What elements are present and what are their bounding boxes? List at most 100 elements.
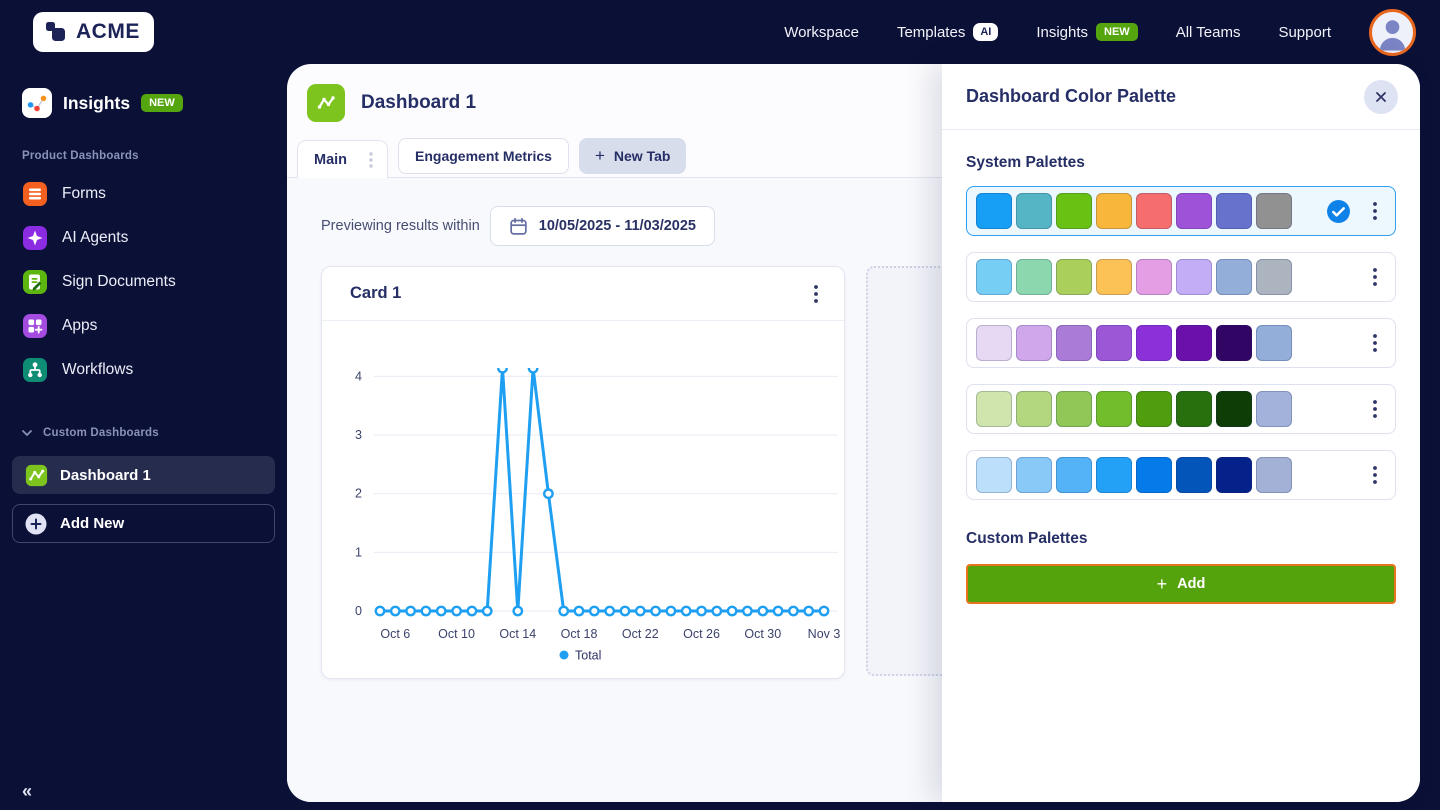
- palette-menu-icon[interactable]: [1369, 396, 1381, 422]
- tab-drag-handle-icon[interactable]: [369, 151, 373, 168]
- color-swatch[interactable]: [976, 391, 1012, 427]
- close-panel-button[interactable]: [1364, 79, 1398, 114]
- palette-swatches: [976, 325, 1292, 361]
- chevron-down-icon: [22, 430, 32, 436]
- forms-icon: [23, 182, 47, 206]
- plus-icon: +: [594, 146, 605, 165]
- color-swatch[interactable]: [1096, 259, 1132, 295]
- color-swatch[interactable]: [1056, 259, 1092, 295]
- sidebar-item-ai-agents[interactable]: AI Agents: [0, 216, 287, 260]
- user-avatar[interactable]: [1369, 8, 1416, 56]
- sidebar: Insights NEW Product Dashboards Forms AI…: [0, 64, 287, 810]
- plus-circle-icon: [25, 513, 47, 534]
- palette-menu-icon[interactable]: [1369, 330, 1381, 356]
- color-swatch[interactable]: [1016, 325, 1052, 361]
- svg-text:Oct 18: Oct 18: [561, 627, 598, 641]
- palette-row[interactable]: [966, 384, 1396, 434]
- date-range-picker[interactable]: 10/05/2025 - 11/03/2025: [489, 206, 715, 246]
- color-swatch[interactable]: [1056, 457, 1092, 493]
- color-swatch[interactable]: [1136, 325, 1172, 361]
- calendar-icon: [510, 217, 527, 235]
- color-swatch[interactable]: [1216, 325, 1252, 361]
- color-swatch[interactable]: [1256, 391, 1292, 427]
- ai-agents-icon: [23, 226, 47, 250]
- sidebar-item-workflows[interactable]: Workflows: [0, 348, 287, 392]
- color-swatch[interactable]: [976, 193, 1012, 229]
- card-menu-icon[interactable]: [810, 281, 822, 307]
- color-swatch[interactable]: [1176, 391, 1212, 427]
- tab-main[interactable]: Main: [297, 140, 389, 178]
- color-swatch[interactable]: [1096, 325, 1132, 361]
- palette-menu-icon[interactable]: [1369, 198, 1381, 224]
- color-swatch[interactable]: [1216, 259, 1252, 295]
- palette-swatches: [976, 391, 1292, 427]
- acme-logo-icon: [43, 19, 69, 45]
- color-swatch[interactable]: [1096, 391, 1132, 427]
- acme-logo[interactable]: ACME: [33, 12, 154, 52]
- color-swatch[interactable]: [1096, 193, 1132, 229]
- palette-row[interactable]: [966, 450, 1396, 500]
- color-swatch[interactable]: [976, 259, 1012, 295]
- palette-row[interactable]: [966, 318, 1396, 368]
- color-swatch[interactable]: [976, 325, 1012, 361]
- svg-text:Oct 6: Oct 6: [380, 627, 410, 641]
- color-swatch[interactable]: [1016, 259, 1052, 295]
- color-swatch[interactable]: [1256, 457, 1292, 493]
- palette-menu-icon[interactable]: [1369, 264, 1381, 290]
- color-swatch[interactable]: [1216, 391, 1252, 427]
- section-custom-dashboards[interactable]: Custom Dashboards: [0, 426, 287, 440]
- add-palette-button[interactable]: + Add: [966, 564, 1396, 604]
- palette-row[interactable]: [966, 252, 1396, 302]
- sidebar-app-row: Insights NEW: [0, 64, 287, 118]
- nav-workspace[interactable]: Workspace: [784, 24, 859, 41]
- color-swatch[interactable]: [1056, 193, 1092, 229]
- nav-templates[interactable]: Templates AI: [897, 23, 999, 41]
- color-swatch[interactable]: [1256, 325, 1292, 361]
- color-swatch[interactable]: [1216, 193, 1252, 229]
- nav-support[interactable]: Support: [1278, 24, 1331, 41]
- add-new-dashboard-button[interactable]: Add New: [12, 504, 275, 543]
- color-swatch[interactable]: [1016, 391, 1052, 427]
- panel-body: System Palettes Custom Palettes + Add: [942, 130, 1420, 604]
- color-swatch[interactable]: [1096, 457, 1132, 493]
- color-swatch[interactable]: [1256, 193, 1292, 229]
- color-swatch[interactable]: [1136, 391, 1172, 427]
- color-swatch[interactable]: [1016, 193, 1052, 229]
- date-range-value: 10/05/2025 - 11/03/2025: [538, 218, 696, 234]
- color-swatch[interactable]: [1056, 391, 1092, 427]
- sidebar-item-forms[interactable]: Forms: [0, 172, 287, 216]
- nav-all-teams[interactable]: All Teams: [1176, 24, 1241, 41]
- sidebar-item-apps[interactable]: Apps: [0, 304, 287, 348]
- sidebar-new-badge: NEW: [141, 94, 183, 112]
- color-swatch[interactable]: [1216, 457, 1252, 493]
- palette-menu-icon[interactable]: [1369, 462, 1381, 488]
- color-swatch[interactable]: [976, 457, 1012, 493]
- card-header: Card 1: [322, 267, 844, 321]
- color-swatch[interactable]: [1056, 325, 1092, 361]
- color-swatch[interactable]: [1176, 457, 1212, 493]
- panel-header: Dashboard Color Palette: [942, 64, 1420, 130]
- palette-swatches: [976, 259, 1292, 295]
- color-swatch[interactable]: [1016, 457, 1052, 493]
- sidebar-collapse-button[interactable]: «: [22, 781, 32, 802]
- tab-engagement-metrics[interactable]: Engagement Metrics: [398, 138, 569, 174]
- color-swatch[interactable]: [1136, 457, 1172, 493]
- palette-swatches: [976, 193, 1292, 229]
- color-swatch[interactable]: [1256, 259, 1292, 295]
- sidebar-item-sign-documents[interactable]: Sign Documents: [0, 260, 287, 304]
- ai-badge: AI: [973, 23, 999, 41]
- svg-text:Oct 22: Oct 22: [622, 627, 659, 641]
- svg-text:2: 2: [355, 487, 362, 501]
- sidebar-item-dashboard-1[interactable]: Dashboard 1: [12, 456, 275, 494]
- panel-title: Dashboard Color Palette: [966, 86, 1177, 106]
- color-swatch[interactable]: [1136, 259, 1172, 295]
- palette-row[interactable]: [966, 186, 1396, 236]
- color-swatch[interactable]: [1136, 193, 1172, 229]
- color-swatch[interactable]: [1176, 259, 1212, 295]
- svg-text:Oct 14: Oct 14: [499, 627, 536, 641]
- color-swatch[interactable]: [1176, 325, 1212, 361]
- svg-text:Oct 10: Oct 10: [438, 627, 475, 641]
- nav-insights[interactable]: Insights NEW: [1036, 23, 1138, 41]
- new-tab-button[interactable]: + New Tab: [578, 138, 687, 174]
- color-swatch[interactable]: [1176, 193, 1212, 229]
